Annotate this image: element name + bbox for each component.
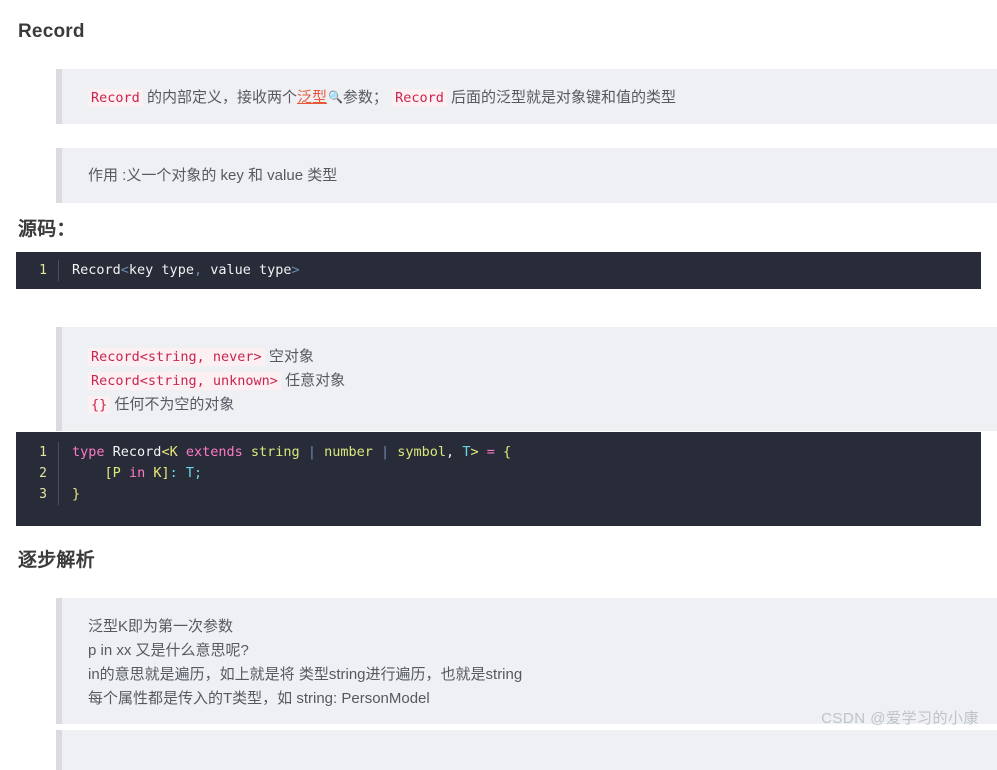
clipped-blockquote bbox=[56, 730, 997, 770]
code-token: in bbox=[128, 465, 146, 481]
analysis-line: 泛型K即为第一次参数 bbox=[88, 618, 234, 635]
usage-text: 作用 :义一个对象的 key 和 value 类型 bbox=[88, 167, 338, 184]
article-page: Record Record 的内部定义，接收两个泛型🔍参数； Record 后面… bbox=[0, 0, 997, 770]
code-token: type bbox=[72, 444, 105, 460]
code-token: Record bbox=[112, 444, 162, 460]
definition-blockquote: Record 的内部定义，接收两个泛型🔍参数； Record 后面的泛型就是对象… bbox=[56, 69, 997, 124]
code-token: P bbox=[112, 465, 121, 481]
code-token: } bbox=[72, 486, 81, 502]
analysis-line: in的意思就是遍历，如上就是将 类型string进行遍历，也就是string bbox=[88, 666, 523, 683]
analysis-line: p in xx 又是什么意思呢? bbox=[88, 642, 249, 659]
code-token: [ bbox=[104, 465, 113, 481]
code-token: number bbox=[324, 444, 373, 460]
example-text: 任何不为空的对象 bbox=[110, 396, 235, 413]
code-token: = bbox=[486, 444, 495, 460]
examples-blockquote: Record<string, never> 空对象 Record<string, … bbox=[56, 327, 997, 431]
definition-text-2: 参数； bbox=[342, 89, 388, 106]
example-text: 空对象 bbox=[264, 348, 314, 365]
page-title: Record bbox=[18, 21, 85, 42]
example-line: Record<string, never> 空对象 bbox=[88, 345, 997, 369]
csdn-watermark: CSDN @爱学习的小康 bbox=[821, 710, 979, 727]
line-number: 1 bbox=[39, 263, 47, 278]
inline-code-example: Record<string, unknown> bbox=[88, 372, 281, 390]
code-token: > bbox=[470, 444, 479, 460]
usage-blockquote: 作用 :义一个对象的 key 和 value 类型 bbox=[56, 148, 997, 203]
line-number-divider bbox=[58, 260, 59, 281]
code-line-text: type Record<K extends string | number | … bbox=[72, 442, 511, 463]
definition-line: Record 的内部定义，接收两个泛型🔍参数； Record 后面的泛型就是对象… bbox=[88, 85, 997, 110]
code-line-text: [P in K]: T; bbox=[72, 463, 203, 484]
code-block-record-definition[interactable]: 1 type Record<K extends string | number |… bbox=[16, 432, 981, 526]
generic-type-link[interactable]: 泛型 bbox=[297, 89, 327, 106]
code-token: > bbox=[291, 262, 300, 278]
code-line: 1 type Record<K extends string | number |… bbox=[16, 442, 981, 463]
code-token: | bbox=[299, 444, 325, 460]
example-line: {} 任何不为空的对象 bbox=[88, 393, 997, 417]
code-token: string bbox=[250, 444, 300, 460]
code-token: : bbox=[169, 465, 178, 481]
code-token: { bbox=[503, 444, 512, 460]
code-token: symbol bbox=[397, 444, 447, 460]
code-line: 3} bbox=[16, 484, 981, 505]
code-token: K bbox=[169, 444, 178, 460]
search-icon: 🔍 bbox=[327, 90, 343, 104]
line-number: 2 bbox=[39, 466, 47, 481]
inline-code-example: Record<string, never> bbox=[88, 348, 265, 366]
example-line: Record<string, unknown> 任意对象 bbox=[88, 369, 997, 393]
code-token: ] bbox=[161, 465, 170, 481]
inline-code-record-1: Record bbox=[88, 89, 143, 107]
code-token: | bbox=[372, 444, 398, 460]
definition-text-3: 后面的泛型就是对象键和值的类型 bbox=[446, 89, 677, 106]
line-number: 1 bbox=[39, 445, 47, 460]
example-text: 任意对象 bbox=[280, 372, 346, 389]
line-number: 3 bbox=[39, 487, 47, 502]
definition-text-1: 的内部定义，接收两个 bbox=[142, 89, 297, 106]
line-number-divider bbox=[58, 463, 59, 484]
code-token: T bbox=[185, 465, 195, 481]
code-token: < bbox=[161, 444, 170, 460]
section-title-source: 源码： bbox=[18, 219, 76, 240]
code-token: value type bbox=[202, 262, 292, 278]
code-line-text: } bbox=[72, 484, 80, 505]
section-title-analysis: 逐步解析 bbox=[18, 550, 95, 571]
code-token: extends bbox=[185, 444, 243, 460]
code-token: Record bbox=[72, 262, 121, 278]
analysis-blockquote: 泛型K即为第一次参数 p in xx 又是什么意思呢? in的意思就是遍历，如上就是… bbox=[56, 598, 997, 724]
code-line-text: Record<key type, value type> bbox=[72, 260, 300, 281]
code-token: , bbox=[193, 262, 203, 278]
code-token: key type bbox=[128, 262, 194, 278]
code-token: ; bbox=[194, 465, 203, 481]
code-block-signature[interactable]: 1 Record<key type, value type> bbox=[16, 252, 981, 289]
code-token: , bbox=[446, 444, 455, 460]
code-line: 1 Record<key type, value type> bbox=[16, 260, 981, 281]
inline-code-record-2: Record bbox=[392, 89, 447, 107]
line-number-divider bbox=[58, 484, 59, 505]
code-line: 2 [P in K]: T; bbox=[16, 463, 981, 484]
code-token: < bbox=[120, 262, 129, 278]
inline-code-example: {} bbox=[88, 396, 111, 414]
line-number-divider bbox=[58, 442, 59, 463]
